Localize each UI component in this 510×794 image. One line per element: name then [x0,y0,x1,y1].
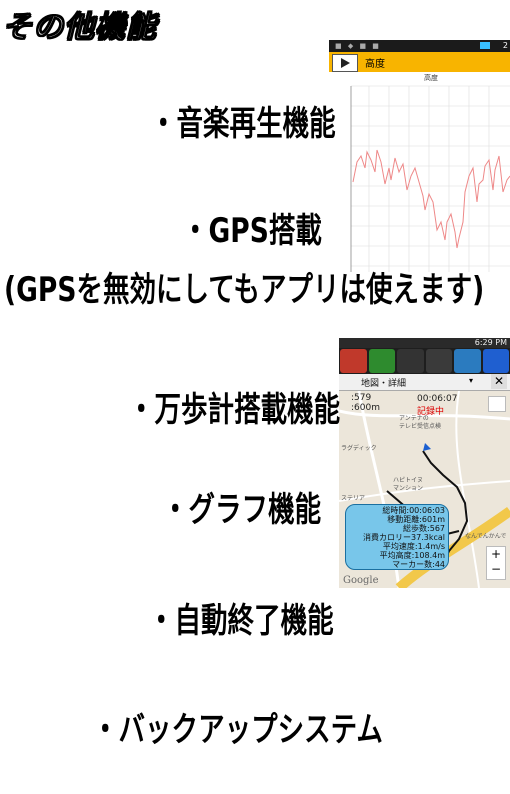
summary-panel: 総時間:00:06:03 移動距離:601m 総歩数:567 消費カロリー37.… [345,504,449,570]
feature-graph: ・グラフ機能 [162,490,322,530]
status-icons: ■ ◆ ■ ■ [335,42,381,50]
map-label: ラグディック [341,445,377,452]
elapsed-time: 00:06:07 [417,394,458,404]
zoom-out-button[interactable]: − [487,562,505,577]
status-time: 6:29 PM [474,338,507,347]
battery-icon [480,42,490,49]
map-label: テレビ受信点検 [399,423,442,430]
status-time: 2 [502,41,508,50]
chart-title: 高度 [424,74,438,82]
page-heading: その他機能 [2,10,157,46]
map-mode-bar: 地図・詳細 ▾ ✕ [339,374,510,391]
walker-icon[interactable] [340,349,367,373]
map-screenshot: 6:29 PM 地図・詳細 ▾ ✕ アンテナの テレビ受信点検 ラグディック ハ… [339,338,510,588]
feature-music: ・音楽再生機能 [150,104,336,144]
toolbar-title: 高度 [365,59,385,70]
feature-autostop: ・自動終了機能 [148,601,334,641]
feature-gps-note: (GPSを無効にしてもアプリは使えます) [4,270,485,310]
google-logo: Google [343,575,379,586]
status-bar: ■ ◆ ■ ■ 2 [329,40,510,52]
recording-status: 記録中 [417,407,445,417]
distance: :600m [351,403,380,413]
summary-line: マーカー数:44 [392,560,445,569]
altitude-graph-screenshot: ■ ◆ ■ ■ 2 高度 高度 [329,40,510,280]
altitude-line-plot [350,85,510,272]
history-icon[interactable] [397,349,424,373]
status-bar: 6:29 PM [339,338,510,348]
map-label: マンション [393,485,424,492]
chevron-down-icon[interactable]: ▾ [469,376,473,385]
feature-backup: ・バックアップシステム [92,710,383,750]
step-stats: :579 :600m [351,393,380,413]
map-mode-select[interactable]: 地図・詳細 [361,376,406,389]
graph-toolbar: 高度 [329,52,510,72]
summary-line: 移動距離:601m [387,515,445,524]
zoom-controls[interactable]: + − [486,546,506,580]
summary-line: 消費カロリー37.3kcal [363,533,445,542]
close-button[interactable]: ✕ [491,374,507,389]
zoom-in-button[interactable]: + [487,547,505,562]
summary-line: 平均速度:1.4m/s [382,542,445,551]
feature-gps: ・GPS搭載 [182,211,322,251]
play-button[interactable] [332,54,358,72]
globe-icon[interactable] [454,349,481,373]
app-toolbar [339,348,510,374]
step-count: :579 [351,393,372,403]
my-location-icon[interactable] [488,396,506,412]
altitude-chart: 高度 [329,72,510,280]
map-label: ステリア [341,495,366,502]
summary-line: 総時間:00:06:03 [382,506,445,515]
summary-line: 平均高度:108.4m [379,551,445,560]
summary-line: 総歩数:567 [403,524,445,533]
settings-icon[interactable] [482,349,509,373]
arrows-icon[interactable] [368,349,395,373]
feature-pedometer: ・万歩計搭載機能 [128,390,341,430]
info-icon[interactable] [425,349,452,373]
map-label: なんでんかんで [465,533,507,540]
